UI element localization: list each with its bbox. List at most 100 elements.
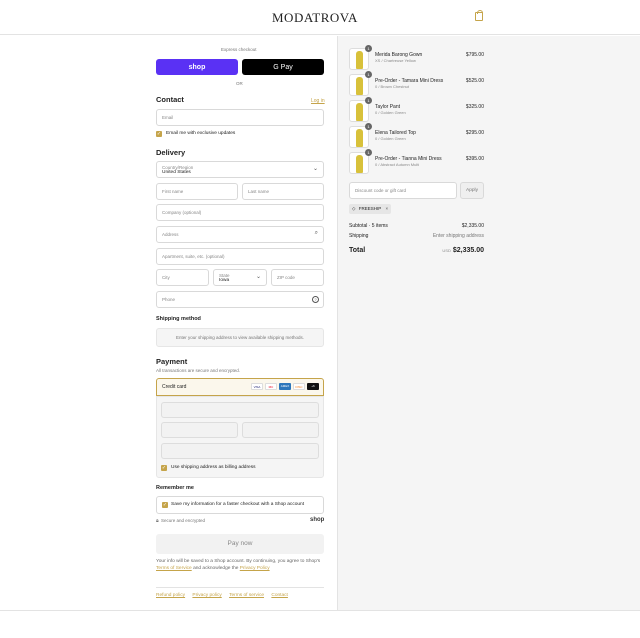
expiration-field[interactable]: [161, 422, 238, 438]
phone-field[interactable]: Phone ?: [156, 291, 324, 308]
gpay-label: G Pay: [273, 63, 293, 71]
item-price: $325.00: [465, 104, 484, 110]
email-updates-label: Email me with exclusive updates: [166, 131, 236, 136]
discount-tag: ◇ FREESHIP ×: [349, 204, 391, 214]
logo[interactable]: MODATROVA: [272, 10, 358, 26]
discount-tag-code: FREESHIP: [358, 206, 382, 211]
apply-button[interactable]: Apply: [460, 182, 484, 199]
or-divider: OR: [236, 81, 243, 86]
credit-card-label: Credit card: [162, 384, 187, 390]
terms-of-service-link[interactable]: Terms of service: [229, 593, 264, 598]
line-item: 1 Pre-Order - Tamara Mini Dress 0 / Brow…: [349, 71, 484, 96]
order-summary: [337, 36, 640, 610]
legal-line-2: Terms of Service and acknowledge the Pri…: [156, 566, 270, 571]
currency-code: USD: [442, 248, 451, 253]
total-value: $2,335.00: [452, 247, 484, 254]
quantity-badge: 1: [365, 123, 372, 130]
express-checkout-label: Express checkout: [221, 47, 257, 52]
company-field[interactable]: Company (optional): [156, 204, 324, 221]
chevron-down-icon: ⌄: [312, 166, 318, 172]
save-info-checkbox[interactable]: ✓: [162, 502, 168, 508]
discount-code-field[interactable]: Discount code or gift card: [349, 182, 457, 199]
legal-text-2: and acknowledge the: [193, 566, 239, 571]
remove-discount-icon[interactable]: ×: [385, 206, 388, 211]
address-field[interactable]: Address ⌕: [156, 226, 324, 243]
shop-label: shop: [188, 63, 206, 71]
tag-icon: ◇: [352, 206, 356, 211]
shipping-label: Shipping: [349, 233, 369, 239]
line-item: 1 Elena Tailored Top 0 / Golden Green $2…: [349, 123, 484, 148]
site-header: MODATROVA: [0, 0, 640, 35]
security-code-field[interactable]: [242, 422, 319, 438]
save-info-label: Save my information for a faster checkou…: [171, 502, 305, 507]
shopping-bag-icon[interactable]: [475, 10, 483, 21]
remember-me-heading: Remember me: [156, 485, 194, 491]
shop-pay-button[interactable]: shop: [156, 59, 238, 75]
line-item: 1 Taylor Pant 0 / Golden Green $325.00: [349, 97, 484, 122]
state-select[interactable]: State Iowa ⌄: [213, 269, 267, 286]
google-pay-button[interactable]: G Pay: [242, 59, 324, 75]
secure-label: Secure and encrypted: [161, 518, 206, 523]
first-name-field[interactable]: First name: [156, 183, 238, 200]
divider: [0, 610, 640, 611]
email-updates-checkbox[interactable]: ✓: [156, 131, 162, 137]
line-item: 1 Merida Barong Gown XS / Chartreuse Yel…: [349, 45, 484, 70]
shipping-method-message: Enter your shipping address to view avai…: [175, 335, 305, 340]
last-name-placeholder: Last name: [248, 189, 270, 194]
item-price: $295.00: [465, 130, 484, 136]
item-variant: 0 / Golden Green: [375, 136, 406, 141]
item-variant: 0 / Golden Green: [375, 110, 406, 115]
more-cards-badge: +6: [307, 383, 319, 390]
quantity-badge: 1: [365, 149, 372, 156]
card-number-field[interactable]: [161, 402, 319, 418]
company-placeholder: Company (optional): [162, 210, 202, 215]
apartment-field[interactable]: Apartment, suite, etc. (optional): [156, 248, 324, 265]
footer-links: Refund policy Privacy policy Terms of se…: [156, 593, 288, 598]
subtotal-label: Subtotal · 5 items: [349, 223, 388, 229]
credit-card-option[interactable]: Credit card VISA MC AMEX DISC +6: [156, 378, 324, 396]
visa-icon: VISA: [251, 383, 263, 390]
city-placeholder: City: [162, 275, 170, 280]
quantity-badge: 1: [365, 45, 372, 52]
quantity-badge: 1: [365, 71, 372, 78]
zip-field[interactable]: ZIP code: [271, 269, 324, 286]
name-on-card-field[interactable]: [161, 443, 319, 459]
contact-heading: Contact: [156, 95, 184, 104]
email-field[interactable]: Email: [156, 109, 324, 126]
payment-heading: Payment: [156, 357, 188, 366]
apartment-placeholder: Apartment, suite, etc. (optional): [162, 254, 225, 259]
line-item: 1 Pre-Order - Tianna Mini Dress 0 / Abst…: [349, 149, 484, 174]
chevron-down-icon: ⌄: [255, 274, 261, 280]
subtotal-value: $2,335.00: [461, 223, 484, 229]
discover-icon: DISC: [293, 383, 305, 390]
city-field[interactable]: City: [156, 269, 209, 286]
help-icon[interactable]: ?: [312, 296, 319, 303]
address-placeholder: Address: [162, 232, 179, 237]
total-row-value: USD $2,335.00: [442, 247, 484, 254]
login-link[interactable]: Log in: [311, 98, 325, 104]
discount-placeholder: Discount code or gift card: [355, 188, 407, 193]
footer-divider: [156, 587, 324, 588]
refund-policy-link[interactable]: Refund policy: [156, 593, 185, 598]
lock-icon: 🔒︎: [156, 519, 159, 524]
amex-icon: AMEX: [279, 383, 291, 390]
terms-link[interactable]: Terms of Service: [156, 566, 192, 571]
billing-address-checkbox[interactable]: ✓: [161, 465, 167, 471]
privacy-link[interactable]: Privacy Policy: [240, 566, 270, 571]
privacy-policy-link[interactable]: Privacy policy: [192, 593, 221, 598]
search-icon: ⌕: [314, 230, 318, 236]
item-variant: 0 / Brown Chestnut: [375, 84, 410, 89]
pay-now-button[interactable]: Pay now: [156, 534, 324, 554]
item-price: $525.00: [465, 78, 484, 84]
first-name-placeholder: First name: [162, 189, 184, 194]
shop-logo: shop: [310, 517, 325, 523]
country-value: United States: [162, 169, 191, 175]
country-select[interactable]: Country/Region United States ⌄: [156, 161, 324, 178]
contact-link[interactable]: Contact: [271, 593, 288, 598]
last-name-field[interactable]: Last name: [242, 183, 324, 200]
item-variant: 0 / Abstract Autumn Multi: [375, 162, 420, 167]
quantity-badge: 1: [365, 97, 372, 104]
shipping-value: Enter shipping address: [432, 233, 484, 239]
shipping-method-heading: Shipping method: [156, 316, 201, 322]
item-price: $395.00: [465, 156, 484, 162]
